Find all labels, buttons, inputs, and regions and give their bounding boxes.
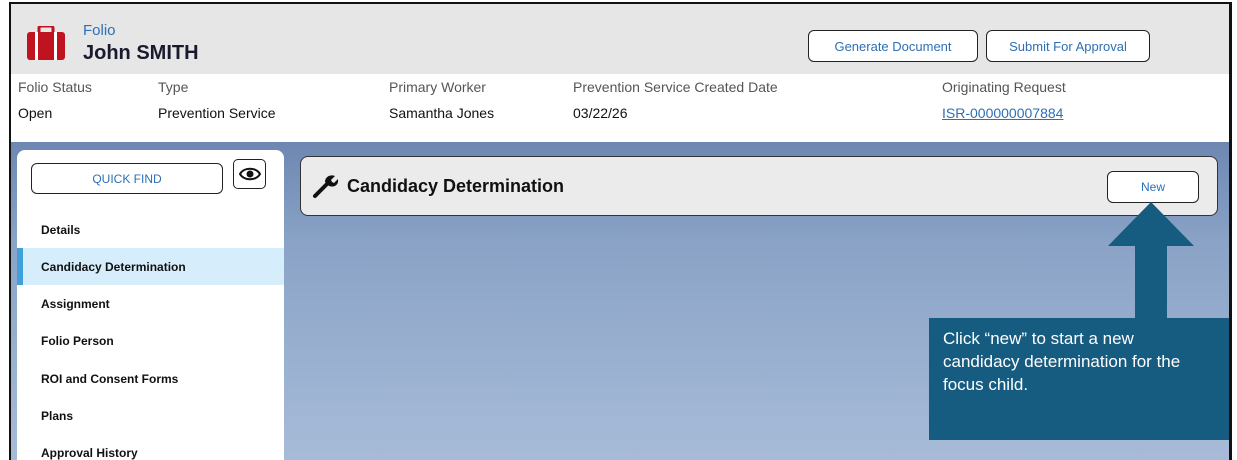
- field-value: 03/22/26: [573, 105, 628, 121]
- sidebar-item-candidacy-determination[interactable]: Candidacy Determination: [17, 248, 284, 285]
- eye-toggle-button[interactable]: [233, 159, 266, 189]
- field-label: Folio Status: [18, 79, 92, 95]
- briefcase-icon: [27, 26, 65, 60]
- app-frame: Folio John SMITH Generate Document Submi…: [9, 2, 1232, 460]
- originating-request-field: Originating Request ISR-000000007884: [942, 79, 1066, 121]
- type-field: Type Prevention Service: [158, 79, 276, 121]
- field-label: Type: [158, 79, 189, 95]
- sidebar-item-plans[interactable]: Plans: [17, 397, 284, 434]
- sidebar: QUICK FIND Details Candidacy Determinati…: [17, 150, 284, 460]
- created-date-field: Prevention Service Created Date 03/22/26: [573, 79, 778, 121]
- quick-find-button[interactable]: QUICK FIND: [31, 163, 223, 194]
- folio-info-bar: Folio Status Open Type Prevention Servic…: [11, 74, 1229, 134]
- submit-for-approval-button[interactable]: Submit For Approval: [986, 30, 1150, 62]
- instruction-callout: Click “new” to start a new candidacy det…: [929, 318, 1229, 440]
- new-button[interactable]: New: [1107, 171, 1199, 203]
- folio-label: Folio: [83, 22, 116, 39]
- sidebar-item-approval-history[interactable]: Approval History: [17, 434, 284, 460]
- folio-status-field: Folio Status Open: [18, 79, 92, 121]
- sidebar-item-roi-consent-forms[interactable]: ROI and Consent Forms: [17, 360, 284, 397]
- generate-document-button[interactable]: Generate Document: [808, 30, 978, 62]
- field-label: Originating Request: [942, 79, 1066, 95]
- originating-request-link[interactable]: ISR-000000007884: [942, 105, 1066, 121]
- sidebar-item-details[interactable]: Details: [17, 211, 284, 248]
- folio-header: Folio John SMITH Generate Document Submi…: [11, 4, 1229, 74]
- candidacy-determination-panel: Candidacy Determination New: [300, 156, 1218, 216]
- field-value: Prevention Service: [158, 105, 276, 121]
- field-label: Primary Worker: [389, 79, 486, 95]
- field-value: Samantha Jones: [389, 105, 495, 121]
- eye-icon: [238, 167, 261, 181]
- sidebar-item-folio-person[interactable]: Folio Person: [17, 322, 284, 359]
- primary-worker-field: Primary Worker Samantha Jones: [389, 79, 494, 121]
- field-label: Prevention Service Created Date: [573, 79, 778, 95]
- arrow-up-icon: [1108, 202, 1194, 326]
- sidebar-item-assignment[interactable]: Assignment: [17, 285, 284, 322]
- panel-title: Candidacy Determination: [347, 176, 565, 196]
- field-value: Open: [18, 105, 53, 121]
- wrench-icon: [313, 175, 338, 198]
- person-name: John SMITH: [83, 42, 199, 64]
